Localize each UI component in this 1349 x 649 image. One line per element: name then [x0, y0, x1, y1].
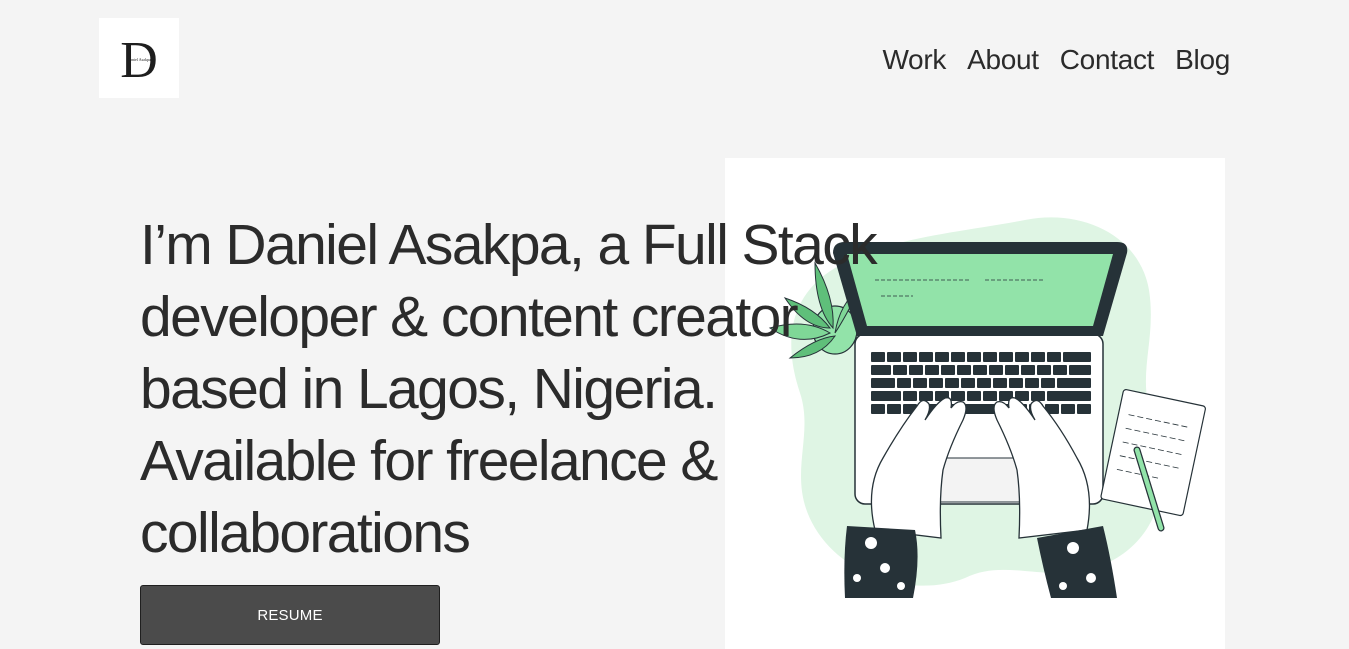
- logo-mark-icon: D Daniel Asakpa: [120, 32, 158, 89]
- nav-contact[interactable]: Contact: [1060, 40, 1155, 80]
- main-nav: Work About Contact Blog: [882, 40, 1230, 80]
- logo-small-text: Daniel Asakpa: [127, 57, 151, 62]
- nav-about[interactable]: About: [967, 40, 1039, 80]
- nav-work[interactable]: Work: [882, 40, 946, 80]
- hero-headline: I’m Daniel Asakpa, a Full Stack develope…: [140, 213, 878, 565]
- nav-blog[interactable]: Blog: [1175, 40, 1230, 80]
- page: D Daniel Asakpa Work About Contact Blog: [0, 0, 1349, 649]
- resume-button[interactable]: RESUME: [140, 585, 440, 645]
- site-logo[interactable]: D Daniel Asakpa: [99, 18, 179, 98]
